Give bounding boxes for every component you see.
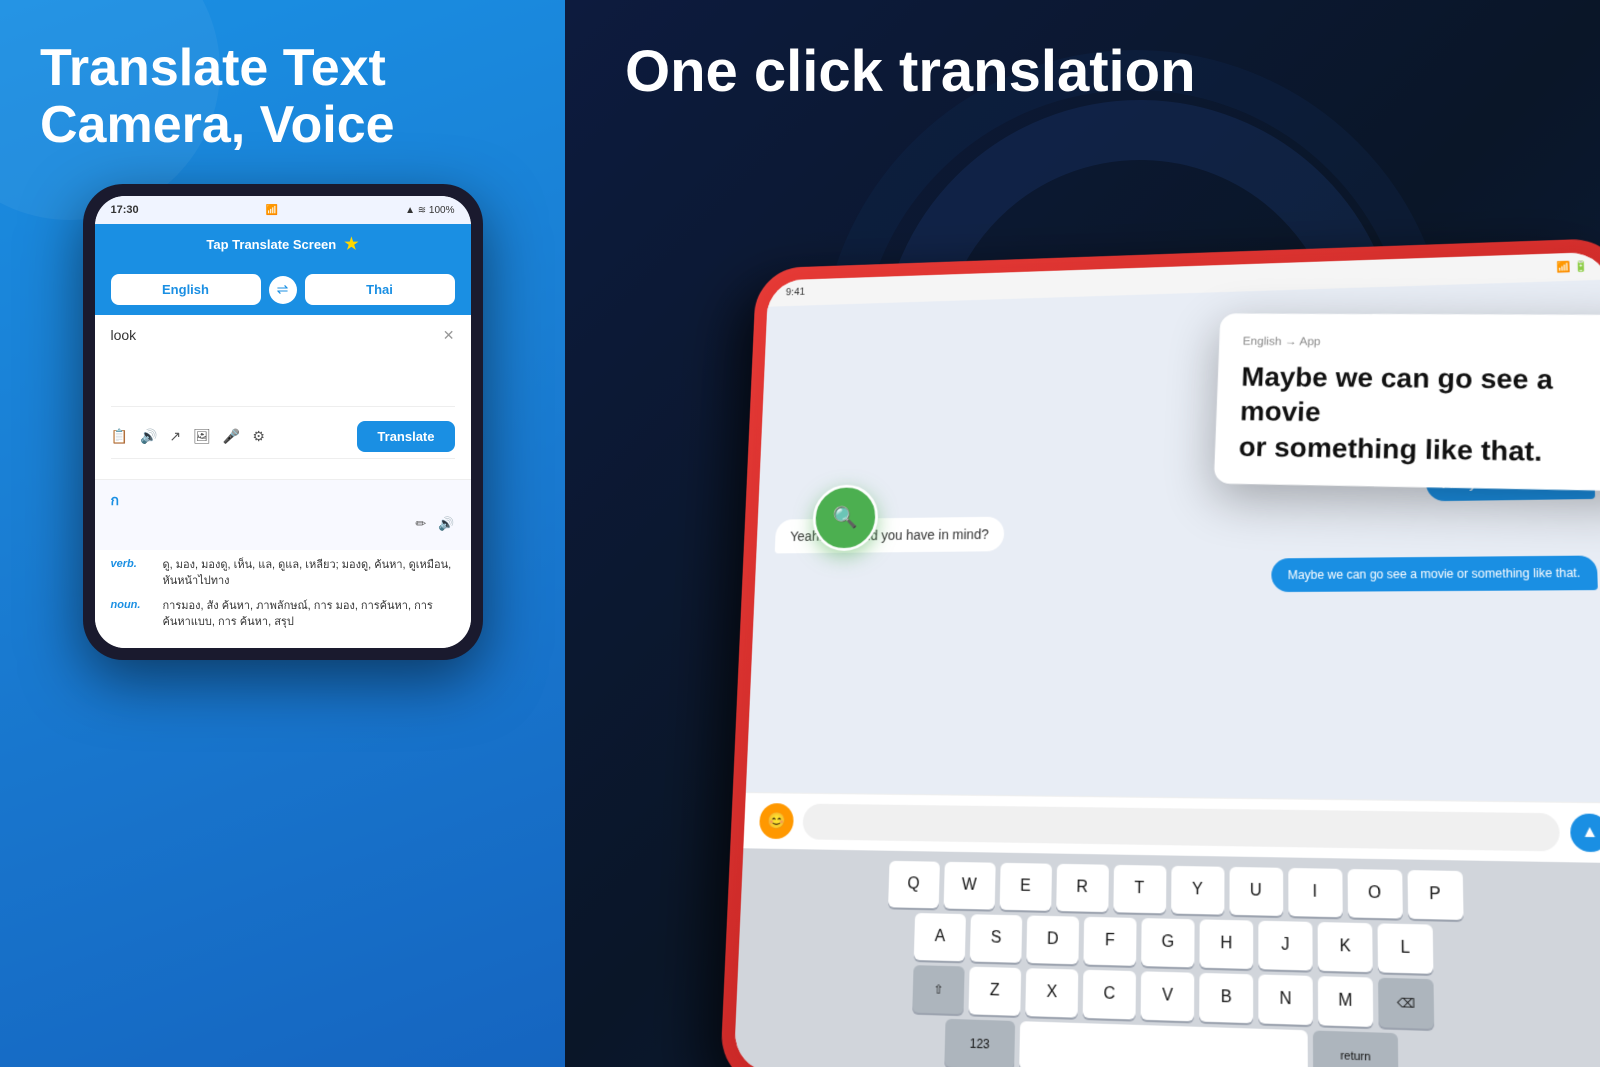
key-space[interactable] [1019,1021,1308,1067]
key-i[interactable]: I [1288,868,1342,917]
key-shift[interactable]: ⇧ [912,965,964,1014]
lang-swap-btn[interactable]: ⇌ [269,276,297,304]
result-volume-icon[interactable]: 🔊 [438,516,454,532]
translate-circle-icon: 🔍 [832,505,858,530]
key-r[interactable]: R [1056,864,1109,912]
left-panel: Translate Text Camera, Voice 17:30 📶 ▲ ≋… [0,0,565,1067]
toolbar-mic-icon[interactable]: 🎤 [223,428,240,445]
right-title-text: One click translation [625,39,1196,104]
right-panel: One click translation 9:41 📶 🔋 English →… [565,0,1600,1067]
translate-button[interactable]: Translate [357,421,454,452]
hero-title-line1: Translate Text [40,40,525,97]
hero-title-line2: Camera, Voice [40,97,525,154]
result-actions: ✏ 🔊 [111,516,455,532]
phone-inner: 17:30 📶 ▲ ≋ 100% Tap Translate Screen ★ … [95,196,471,648]
translate-body: look ✕ 📋 🔊 ↗ 🖼 🎤 ⚙ Translate [95,315,471,479]
source-text: look [111,327,455,343]
key-h[interactable]: H [1199,919,1253,969]
lang-from-btn[interactable]: English [111,274,261,305]
phone-status-bar: 17:30 📶 ▲ ≋ 100% [95,196,471,224]
key-x[interactable]: X [1025,968,1078,1018]
key-e[interactable]: E [999,863,1051,911]
key-o[interactable]: O [1347,869,1402,919]
dict-type-noun: noun. [111,599,151,630]
key-t[interactable]: T [1113,865,1166,914]
star-icon: ★ [344,234,358,254]
key-q[interactable]: Q [888,861,940,909]
translation-card-header: English → App ✎ [1243,332,1600,351]
translation-card: English → App ✎ Maybe we can go see a mo… [1214,313,1600,491]
dict-text-noun: การมอง, สัง ค้นหา, ภาพลักษณ์, การ มอง, ก… [163,599,455,630]
message-input[interactable] [802,804,1560,852]
source-text-area: look ✕ [111,327,455,407]
key-m[interactable]: M [1318,976,1373,1027]
key-w[interactable]: W [943,862,995,910]
lang-to-btn[interactable]: Thai [305,274,455,305]
emoji-btn[interactable]: 😊 [759,803,794,839]
toolbar-row: 📋 🔊 ↗ 🖼 🎤 ⚙ Translate [111,415,455,459]
result-section: ก ✏ 🔊 [95,479,471,550]
translation-card-text: Maybe we can go see a movie or something… [1238,360,1600,471]
key-p[interactable]: P [1407,870,1463,920]
phone-right-mockup: 9:41 📶 🔋 English → App ✎ Maybe we can go… [720,238,1600,1067]
phone-status-time: 17:30 [111,204,139,216]
key-backspace[interactable]: ⌫ [1378,978,1434,1029]
key-123[interactable]: 123 [944,1019,1015,1067]
clear-btn[interactable]: ✕ [443,327,455,344]
phone-status-icon: 📶 [266,205,278,216]
dict-text-verb: ดู, มอง, มองดู, เห็น, แล, ดูแล, เหลียว; … [163,558,455,589]
translation-lang-label: English → App [1243,334,1321,348]
phone-right-inner: 9:41 📶 🔋 English → App ✎ Maybe we can go… [734,252,1600,1067]
right-title: One click translation [625,40,1196,104]
result-char: ก [111,490,455,512]
translate-btn-container: Translate [357,421,454,452]
toolbar-volume-icon[interactable]: 🔊 [140,428,157,445]
key-b[interactable]: B [1199,973,1253,1023]
key-n[interactable]: N [1258,974,1313,1025]
dict-entry-noun: noun. การมอง, สัง ค้นหา, ภาพลักษณ์, การ … [111,599,455,630]
chat-area: English → App ✎ Maybe we can go see a mo… [746,280,1600,803]
key-y[interactable]: Y [1171,866,1224,915]
hero-title: Translate Text Camera, Voice [40,40,525,154]
toolbar-share-icon[interactable]: ↗ [169,428,181,445]
key-f[interactable]: F [1083,917,1136,966]
phone-battery: ▲ ≋ 100% [405,205,454,216]
key-z[interactable]: Z [968,967,1021,1016]
toolbar-image-icon[interactable]: 🖼 [193,428,211,445]
lang-selector: English ⇌ Thai [95,264,471,315]
phone-outer: 17:30 📶 ▲ ≋ 100% Tap Translate Screen ★ … [83,184,483,660]
key-u[interactable]: U [1229,867,1283,916]
chat-bubble-4: Maybe we can go see a movie or something… [1272,555,1598,592]
key-j[interactable]: J [1258,921,1312,971]
key-a[interactable]: A [914,913,966,961]
phone-app-bar: Tap Translate Screen ★ [95,224,471,264]
key-return[interactable]: return [1313,1030,1399,1067]
key-c[interactable]: C [1083,970,1136,1020]
key-s[interactable]: S [970,914,1023,963]
key-l[interactable]: L [1378,923,1434,973]
dict-entry-verb: verb. ดู, มอง, มองดู, เห็น, แล, ดูแล, เห… [111,558,455,589]
key-g[interactable]: G [1141,918,1194,967]
translation-text-line1: Maybe we can go see a movie [1239,360,1600,435]
key-d[interactable]: D [1026,915,1079,964]
key-k[interactable]: K [1318,922,1373,972]
dictionary-section: verb. ดู, มอง, มองดู, เห็น, แล, ดูแล, เห… [95,550,471,648]
toolbar-settings-icon[interactable]: ⚙ [252,428,265,445]
result-copy-icon[interactable]: ✏ [415,516,426,532]
right-phone-time: 9:41 [786,287,806,299]
app-name-label: Tap Translate Screen [206,237,336,252]
send-btn[interactable]: ▲ [1570,813,1600,852]
translation-text-line2: or something like that. [1238,430,1600,472]
chat-bubble-3: Yeah! What did you have in mind? [775,517,1005,554]
phone-right-outer: 9:41 📶 🔋 English → App ✎ Maybe we can go… [720,238,1600,1067]
toolbar-copy-icon[interactable]: 📋 [111,428,128,445]
phone-mockup: 17:30 📶 ▲ ≋ 100% Tap Translate Screen ★ … [83,184,483,660]
keyboard-area: Q W E R T Y U I O P A S D [734,848,1600,1067]
key-v[interactable]: V [1141,971,1195,1021]
right-phone-signal: 📶 🔋 [1557,260,1589,274]
dict-type-verb: verb. [111,558,151,589]
